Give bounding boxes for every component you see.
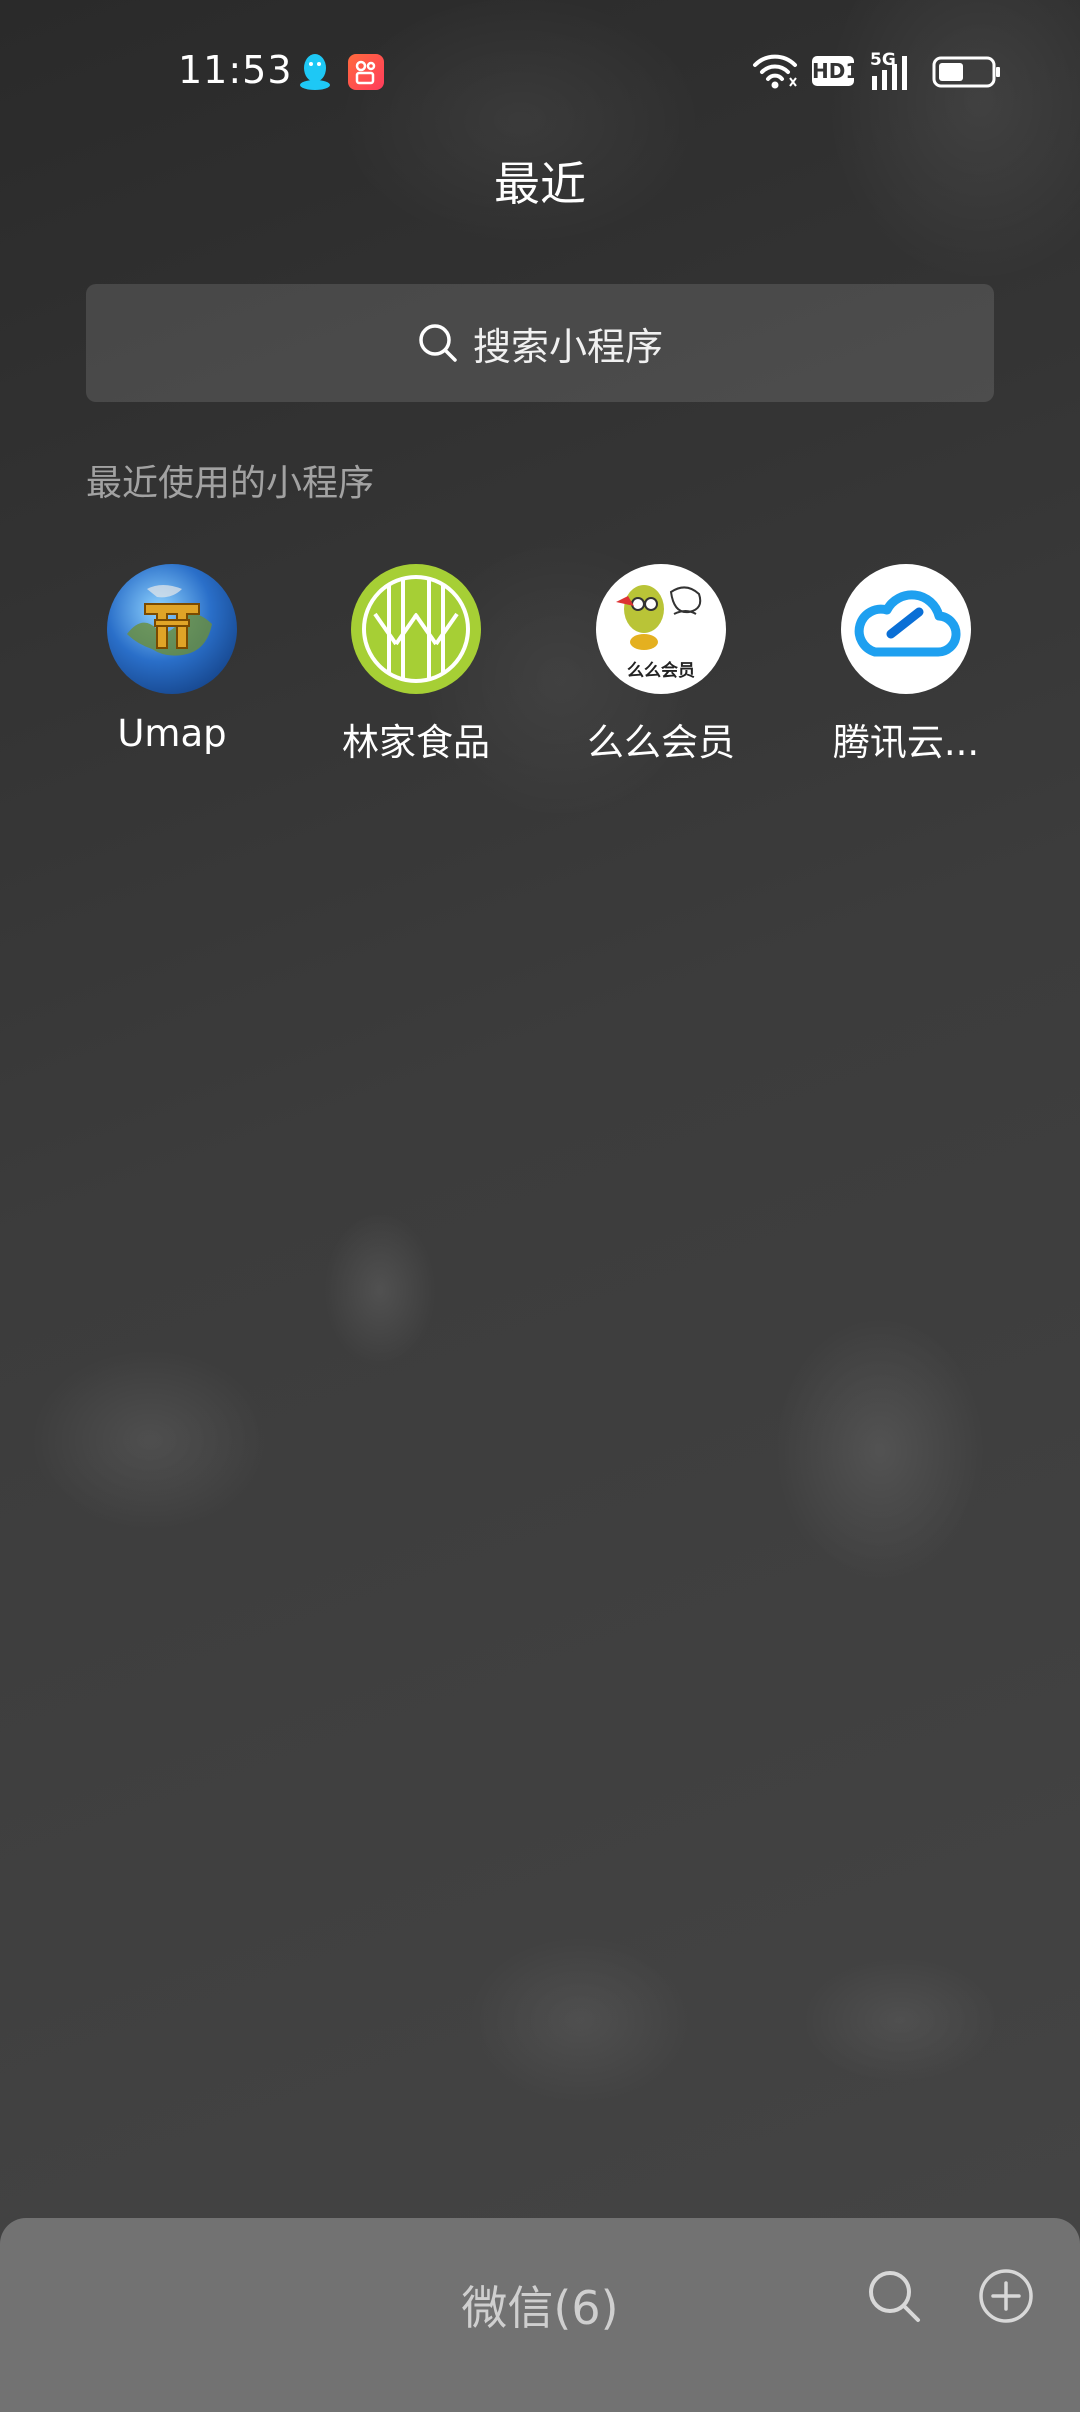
battery-icon	[932, 56, 1000, 88]
page-title: 最近	[494, 157, 586, 211]
miniprogram-memehuiyuan[interactable]: 么么会员 么么会员	[561, 564, 761, 766]
status-bar: 11:53 HD1 5G	[0, 0, 1080, 140]
miniprogram-label: 么么会员	[587, 721, 735, 764]
search-icon[interactable]	[866, 2268, 922, 2324]
linjia-logo-icon	[351, 564, 481, 694]
memehuiyuan-logo-icon: 么么会员	[596, 564, 726, 694]
miniprogram-umap[interactable]: Umap	[72, 564, 272, 755]
wifi-icon	[753, 54, 797, 89]
kuaishou-notification-icon	[348, 54, 384, 90]
qq-notification-icon	[300, 54, 330, 90]
memehuiyuan-logo-text: 么么会员	[627, 661, 695, 681]
wechat-bottom-bar[interactable]: 微信(6)	[0, 2218, 1080, 2412]
search-icon	[419, 324, 457, 362]
hd-voice-badge: HD1	[812, 56, 859, 86]
miniprogram-linjia-food[interactable]: 林家食品	[316, 564, 516, 766]
search-miniprogram-input[interactable]: 搜索小程序	[86, 284, 994, 402]
tencent-cloud-icon	[841, 564, 971, 694]
miniprogram-tencent-cloud[interactable]: 腾讯云...	[806, 564, 1006, 766]
miniprogram-label: 腾讯云...	[832, 721, 980, 764]
search-placeholder: 搜索小程序	[472, 324, 663, 369]
miniprogram-label: Umap	[117, 712, 227, 755]
umap-globe-icon	[107, 564, 237, 694]
recent-section-label: 最近使用的小程序	[86, 463, 375, 504]
add-icon[interactable]	[978, 2268, 1034, 2324]
status-time: 11:53	[178, 48, 293, 92]
cellular-signal-icon: 5G	[868, 50, 920, 92]
miniprogram-label: 林家食品	[342, 721, 490, 764]
